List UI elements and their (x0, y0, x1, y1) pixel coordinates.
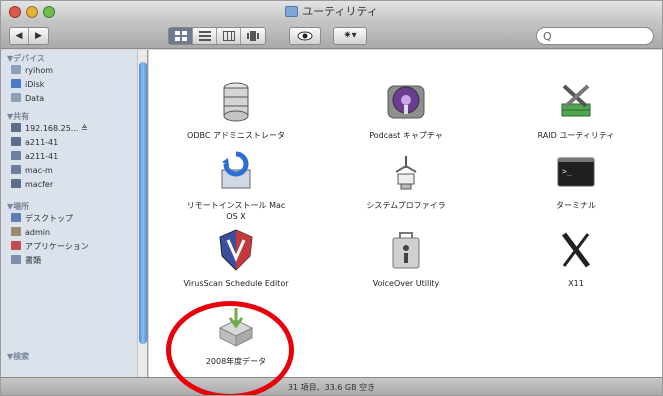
chevron-right-icon[interactable]: ▶ (29, 28, 48, 44)
network-display-icon (11, 137, 21, 146)
app-raid-utility[interactable]: RAID ユーティリティ (491, 80, 661, 141)
list-view-button[interactable] (193, 28, 217, 44)
sidebar-item-documents[interactable]: 書類 (11, 255, 41, 267)
x11-icon (554, 228, 598, 272)
app-voiceover-utility[interactable]: VoiceOver Utility (321, 228, 491, 289)
idisk-icon (11, 79, 21, 88)
sidebar-item-ryihom[interactable]: ryihom (11, 65, 53, 77)
finder-window: ユーティリティ ◀ ▶ ✷▾ Q ▼デバイス ryihom iDisk Data… (0, 0, 663, 396)
sidebar-header-places[interactable]: ▼場所 (7, 201, 29, 212)
app-odbc-administrator[interactable]: ODBC アドミニストレータ (151, 80, 321, 141)
app-label: Podcast キャプチャ (369, 131, 443, 140)
sidebar-item-shared-4[interactable]: mac-m (11, 165, 53, 177)
desktop-icon (11, 213, 21, 222)
sidebar-item-shared-1[interactable]: 192.168.25... ≜ (11, 123, 88, 135)
sidebar-item-shared-2[interactable]: a211-41 (11, 137, 58, 149)
app-label: X11 (568, 279, 584, 288)
sidebar-item-desktop[interactable]: デスクトップ (11, 213, 73, 225)
app-label: ODBC アドミニストレータ (187, 131, 285, 140)
sidebar-header-shared[interactable]: ▼共有 (7, 111, 29, 122)
app-label: ターミナル (556, 201, 596, 210)
odbc-database-icon (214, 80, 258, 124)
app-label: システムプロファイラ (366, 201, 446, 210)
app-label: リモートインストール Mac OS X (186, 201, 286, 221)
documents-icon (11, 255, 21, 264)
app-remote-install-macosx[interactable]: リモートインストール Mac OS X (151, 150, 321, 222)
toolbar: ◀ ▶ ✷▾ Q (1, 23, 662, 49)
podcast-capture-icon (384, 80, 428, 124)
search-icon: Q (543, 30, 552, 43)
svg-text:>_: >_ (562, 167, 572, 176)
system-profiler-icon (384, 150, 428, 194)
status-bar: 31 項目、33.6 GB 空き (1, 377, 662, 395)
network-display-icon (11, 179, 21, 188)
coverflow-view-button[interactable] (241, 28, 265, 44)
computer-icon (11, 165, 21, 174)
sidebar-scroll-thumb[interactable] (139, 62, 147, 344)
sidebar-item-data[interactable]: Data (11, 93, 44, 105)
red-highlight-circle (166, 301, 294, 395)
action-menu-button[interactable]: ✷▾ (333, 27, 367, 45)
sidebar-scrollbar[interactable] (137, 50, 147, 377)
window-title-wrap: ユーティリティ (1, 1, 662, 23)
raid-utility-icon (554, 80, 598, 124)
sidebar-item-idisk[interactable]: iDisk (11, 79, 44, 91)
app-virusscan-schedule-editor[interactable]: VirusScan Schedule Editor (151, 228, 321, 289)
sidebar-header-search[interactable]: ▼検索 (7, 351, 29, 362)
chevron-left-icon[interactable]: ◀ (10, 28, 29, 44)
sidebar-item-shared-5[interactable]: macfer (11, 179, 53, 191)
remote-install-icon (214, 150, 258, 194)
virusscan-shield-icon (214, 228, 258, 272)
sidebar-header-devices[interactable]: ▼デバイス (7, 53, 45, 64)
app-terminal[interactable]: >_ ターミナル (491, 150, 661, 211)
disk-icon (11, 93, 21, 102)
window-title: ユーティリティ (302, 5, 378, 18)
title-bar[interactable]: ユーティリティ (1, 1, 662, 23)
network-display-icon (11, 123, 21, 132)
terminal-icon: >_ (554, 150, 598, 194)
home-icon (11, 227, 21, 236)
app-x11[interactable]: X11 (491, 228, 661, 289)
quick-look-button[interactable] (289, 27, 321, 45)
computer-icon (11, 151, 21, 160)
applications-icon (11, 241, 21, 250)
view-mode-control (168, 27, 266, 45)
folder-icon (285, 6, 299, 17)
sidebar-item-applications[interactable]: アプリケーション (11, 241, 89, 253)
search-input[interactable] (555, 29, 645, 43)
column-view-button[interactable] (217, 28, 241, 44)
disk-icon (11, 65, 21, 74)
back-forward-control: ◀ ▶ (9, 27, 49, 45)
sidebar-item-shared-3[interactable]: a211-41 (11, 151, 58, 163)
app-label: VirusScan Schedule Editor (183, 279, 289, 288)
eye-icon (297, 31, 313, 41)
app-label: VoiceOver Utility (372, 279, 440, 288)
app-system-profiler[interactable]: システムプロファイラ (321, 150, 491, 211)
voiceover-utility-icon (384, 228, 428, 272)
search-field[interactable]: Q (536, 27, 654, 45)
app-label: RAID ユーティリティ (537, 131, 615, 140)
app-podcast-capture[interactable]: Podcast キャプチャ (321, 80, 491, 141)
gear-icon: ✷▾ (343, 30, 357, 41)
sidebar-item-admin[interactable]: admin (11, 227, 50, 239)
icon-view-button[interactable] (169, 28, 193, 44)
sidebar: ▼デバイス ryihom iDisk Data ▼共有 192.168.25..… (1, 50, 148, 377)
